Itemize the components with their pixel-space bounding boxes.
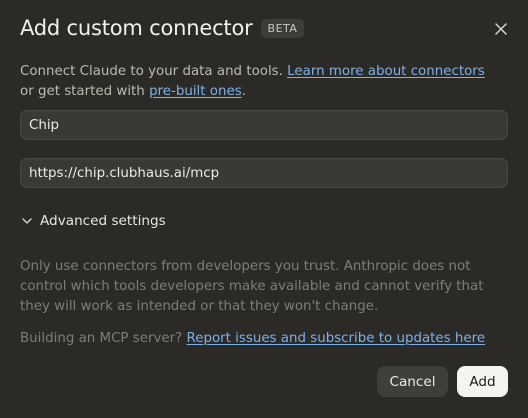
- connector-url-input[interactable]: [20, 158, 508, 188]
- close-button[interactable]: [492, 20, 510, 38]
- trust-warning: Only use connectors from developers you …: [20, 259, 484, 314]
- chevron-down-icon: [20, 214, 34, 228]
- cancel-button[interactable]: Cancel: [377, 366, 448, 397]
- add-connector-dialog: Add custom connector BETA Connect Claude…: [0, 0, 528, 418]
- advanced-settings-toggle[interactable]: Advanced settings: [20, 213, 166, 229]
- learn-more-link[interactable]: Learn more about connectors: [287, 64, 485, 79]
- mcp-note-text: Building an MCP server?: [20, 331, 187, 346]
- dialog-header: Add custom connector BETA: [20, 16, 305, 40]
- connector-name-input[interactable]: [20, 110, 508, 140]
- close-icon: [495, 23, 507, 35]
- report-issues-link[interactable]: Report issues and subscribe to updates h…: [187, 331, 486, 346]
- advanced-settings-label: Advanced settings: [40, 213, 166, 229]
- intro-text-before: Connect Claude to your data and tools.: [20, 64, 288, 79]
- dialog-title: Add custom connector: [20, 16, 253, 40]
- beta-badge: BETA: [260, 18, 305, 38]
- intro-text-after: .: [241, 84, 246, 99]
- prebuilt-link[interactable]: pre-built ones: [149, 84, 242, 99]
- add-button[interactable]: Add: [457, 366, 508, 397]
- mcp-server-note: Building an MCP server? Report issues an…: [20, 329, 504, 349]
- intro-text: Connect Claude to your data and tools. L…: [20, 62, 492, 102]
- intro-text-middle: or get started with: [20, 84, 150, 99]
